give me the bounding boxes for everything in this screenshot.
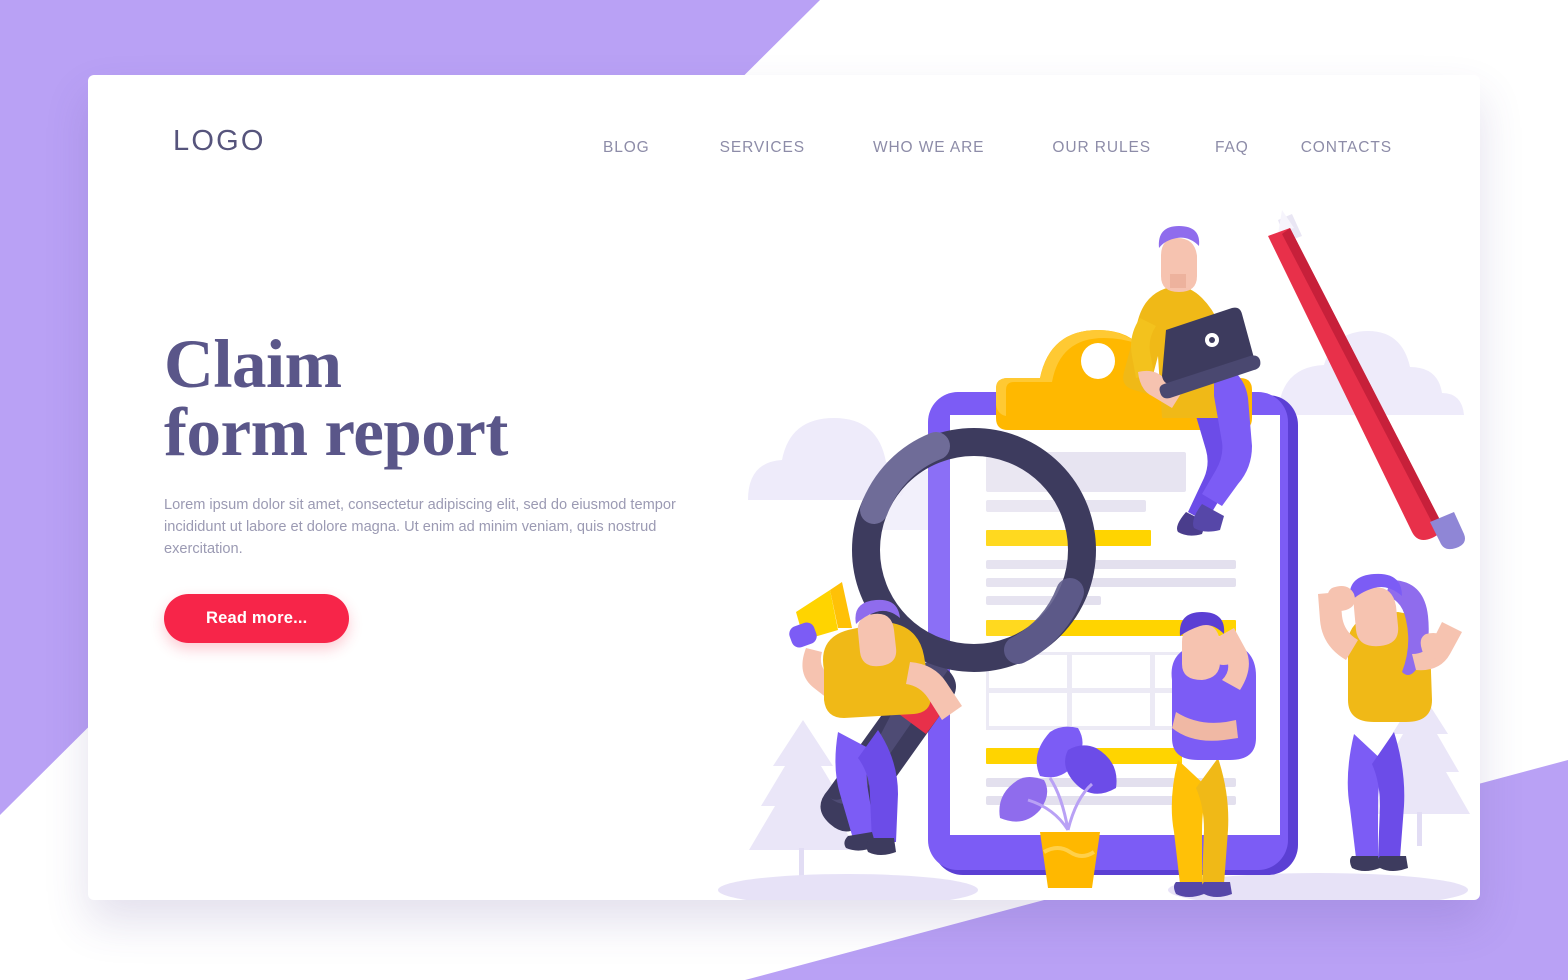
page-title: Claim form report [164, 330, 684, 467]
nav-item-our-rules[interactable]: OUR RULES [1052, 135, 1151, 161]
nav-item-contacts[interactable]: CONTACTS [1301, 135, 1392, 161]
main-nav: BLOG SERVICES WHO WE ARE OUR RULES FAQ C… [603, 135, 1392, 161]
logo[interactable]: LOGO [173, 125, 266, 158]
hero-illustration [678, 200, 1478, 900]
page-title-line-2: form report [164, 394, 508, 471]
nav-item-blog[interactable]: BLOG [603, 135, 650, 161]
nav-item-faq[interactable]: FAQ [1215, 135, 1249, 161]
hero-copy-block: Claim form report Lorem ipsum dolor sit … [164, 330, 684, 644]
nav-item-services[interactable]: SERVICES [720, 135, 805, 161]
ground-shadow-left [718, 874, 978, 900]
read-more-button[interactable]: Read more... [164, 594, 350, 644]
page-title-line-1: Claim [164, 326, 342, 402]
hero-subtitle: Lorem ipsum dolor sit amet, consectetur … [164, 496, 676, 557]
nav-item-who-we-are[interactable]: WHO WE ARE [873, 135, 984, 161]
hero-card: LOGO BLOG SERVICES WHO WE ARE OUR RULES … [88, 75, 1480, 900]
